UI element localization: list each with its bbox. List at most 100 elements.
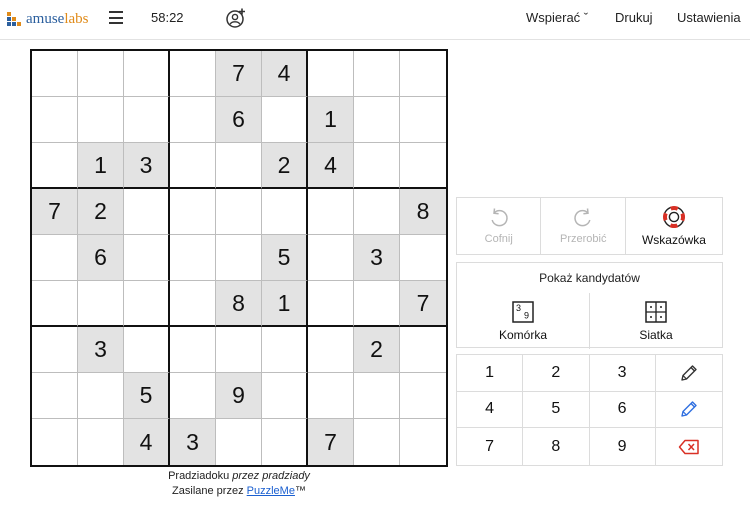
grid-cell-r3c3[interactable]: 3 [124, 143, 170, 189]
grid-cell-r1c4[interactable] [170, 51, 216, 97]
grid-cell-r8c8[interactable] [354, 373, 400, 419]
print-menu[interactable]: Drukuj [615, 10, 653, 25]
grid-cell-r2c2[interactable] [78, 97, 124, 143]
grid-cell-r4c7[interactable] [308, 189, 354, 235]
grid-cell-r5c3[interactable] [124, 235, 170, 281]
key-1[interactable]: 1 [457, 355, 524, 392]
grid-cell-r1c1[interactable] [32, 51, 78, 97]
grid-cell-r6c2[interactable] [78, 281, 124, 327]
grid-cell-r6c1[interactable] [32, 281, 78, 327]
grid-cell-r3c1[interactable] [32, 143, 78, 189]
grid-cell-r7c5[interactable] [216, 327, 262, 373]
key-8[interactable]: 8 [523, 428, 590, 465]
grid-cell-r9c6[interactable] [262, 419, 308, 465]
grid-cell-r8c4[interactable] [170, 373, 216, 419]
grid-cell-r6c3[interactable] [124, 281, 170, 327]
key-3[interactable]: 3 [589, 355, 656, 392]
erase-button[interactable] [656, 428, 722, 465]
grid-cell-r8c9[interactable] [400, 373, 446, 419]
grid-cell-r7c4[interactable] [170, 327, 216, 373]
grid-cell-r2c6[interactable] [262, 97, 308, 143]
support-menu[interactable]: Wspierać ˇ [526, 10, 588, 25]
grid-cell-r7c6[interactable] [262, 327, 308, 373]
grid-cell-r9c7[interactable]: 7 [308, 419, 354, 465]
key-2[interactable]: 2 [523, 355, 590, 392]
grid-cell-r2c3[interactable] [124, 97, 170, 143]
grid-cell-r8c2[interactable] [78, 373, 124, 419]
grid-cell-r3c7[interactable]: 4 [308, 143, 354, 189]
grid-cell-r3c8[interactable] [354, 143, 400, 189]
grid-cell-r2c4[interactable] [170, 97, 216, 143]
pen-button[interactable] [655, 392, 722, 429]
grid-cell-r7c2[interactable]: 3 [78, 327, 124, 373]
undo-button[interactable]: Cofnij [457, 198, 542, 254]
grid-cell-r1c6[interactable]: 4 [262, 51, 308, 97]
grid-cell-r9c4[interactable]: 3 [170, 419, 216, 465]
grid-cell-r5c5[interactable] [216, 235, 262, 281]
candidates-grid-button[interactable]: Siatka [590, 293, 722, 349]
grid-cell-r3c9[interactable] [400, 143, 446, 189]
grid-cell-r5c7[interactable] [308, 235, 354, 281]
redo-button[interactable]: Przerobić [541, 198, 626, 254]
grid-cell-r4c8[interactable] [354, 189, 400, 235]
grid-cell-r8c7[interactable] [308, 373, 354, 419]
grid-cell-r4c9[interactable]: 8 [400, 189, 446, 235]
grid-cell-r9c5[interactable] [216, 419, 262, 465]
grid-cell-r6c6[interactable]: 1 [262, 281, 308, 327]
grid-cell-r3c4[interactable] [170, 143, 216, 189]
grid-cell-r4c1[interactable]: 7 [32, 189, 78, 235]
grid-cell-r4c6[interactable] [262, 189, 308, 235]
grid-cell-r4c2[interactable]: 2 [78, 189, 124, 235]
grid-cell-r3c6[interactable]: 2 [262, 143, 308, 189]
grid-cell-r7c1[interactable] [32, 327, 78, 373]
grid-cell-r8c6[interactable] [262, 373, 308, 419]
grid-cell-r1c3[interactable] [124, 51, 170, 97]
grid-cell-r9c8[interactable] [354, 419, 400, 465]
grid-cell-r3c5[interactable] [216, 143, 262, 189]
grid-cell-r2c7[interactable]: 1 [308, 97, 354, 143]
key-4[interactable]: 4 [457, 391, 524, 429]
grid-cell-r8c3[interactable]: 5 [124, 373, 170, 419]
pencil-button[interactable] [655, 355, 722, 392]
grid-cell-r1c7[interactable] [308, 51, 354, 97]
key-7[interactable]: 7 [457, 428, 524, 465]
grid-cell-r7c9[interactable] [400, 327, 446, 373]
grid-cell-r6c9[interactable]: 7 [400, 281, 446, 327]
grid-cell-r7c8[interactable]: 2 [354, 327, 400, 373]
grid-cell-r9c3[interactable]: 4 [124, 419, 170, 465]
grid-cell-r2c8[interactable] [354, 97, 400, 143]
hint-button[interactable]: Wskazówka [626, 198, 722, 254]
grid-cell-r1c8[interactable] [354, 51, 400, 97]
grid-cell-r7c7[interactable] [308, 327, 354, 373]
grid-cell-r5c9[interactable] [400, 235, 446, 281]
grid-cell-r1c5[interactable]: 7 [216, 51, 262, 97]
grid-cell-r6c4[interactable] [170, 281, 216, 327]
grid-cell-r9c2[interactable] [78, 419, 124, 465]
grid-cell-r1c9[interactable] [400, 51, 446, 97]
grid-cell-r5c8[interactable]: 3 [354, 235, 400, 281]
puzzleme-link[interactable]: PuzzleMe [247, 485, 295, 497]
key-5[interactable]: 5 [523, 391, 590, 429]
grid-cell-r5c4[interactable] [170, 235, 216, 281]
grid-cell-r6c7[interactable] [308, 281, 354, 327]
grid-cell-r1c2[interactable] [78, 51, 124, 97]
amuselabs-logo[interactable]: amuse labs [6, 10, 89, 28]
grid-cell-r5c2[interactable]: 6 [78, 235, 124, 281]
grid-cell-r4c3[interactable] [124, 189, 170, 235]
grid-cell-r9c1[interactable] [32, 419, 78, 465]
grid-cell-r2c5[interactable]: 6 [216, 97, 262, 143]
grid-cell-r8c5[interactable]: 9 [216, 373, 262, 419]
grid-cell-r5c6[interactable]: 5 [262, 235, 308, 281]
grid-cell-r2c1[interactable] [32, 97, 78, 143]
grid-cell-r6c8[interactable] [354, 281, 400, 327]
add-friend-icon[interactable] [225, 7, 247, 29]
grid-cell-r3c2[interactable]: 1 [78, 143, 124, 189]
grid-cell-r4c5[interactable] [216, 189, 262, 235]
hamburger-menu-icon[interactable] [109, 11, 123, 24]
grid-cell-r9c9[interactable] [400, 419, 446, 465]
grid-cell-r8c1[interactable] [32, 373, 78, 419]
candidates-cell-button[interactable]: 3 9 Komórka [457, 293, 590, 349]
grid-cell-r5c1[interactable] [32, 235, 78, 281]
grid-cell-r2c9[interactable] [400, 97, 446, 143]
grid-cell-r7c3[interactable] [124, 327, 170, 373]
